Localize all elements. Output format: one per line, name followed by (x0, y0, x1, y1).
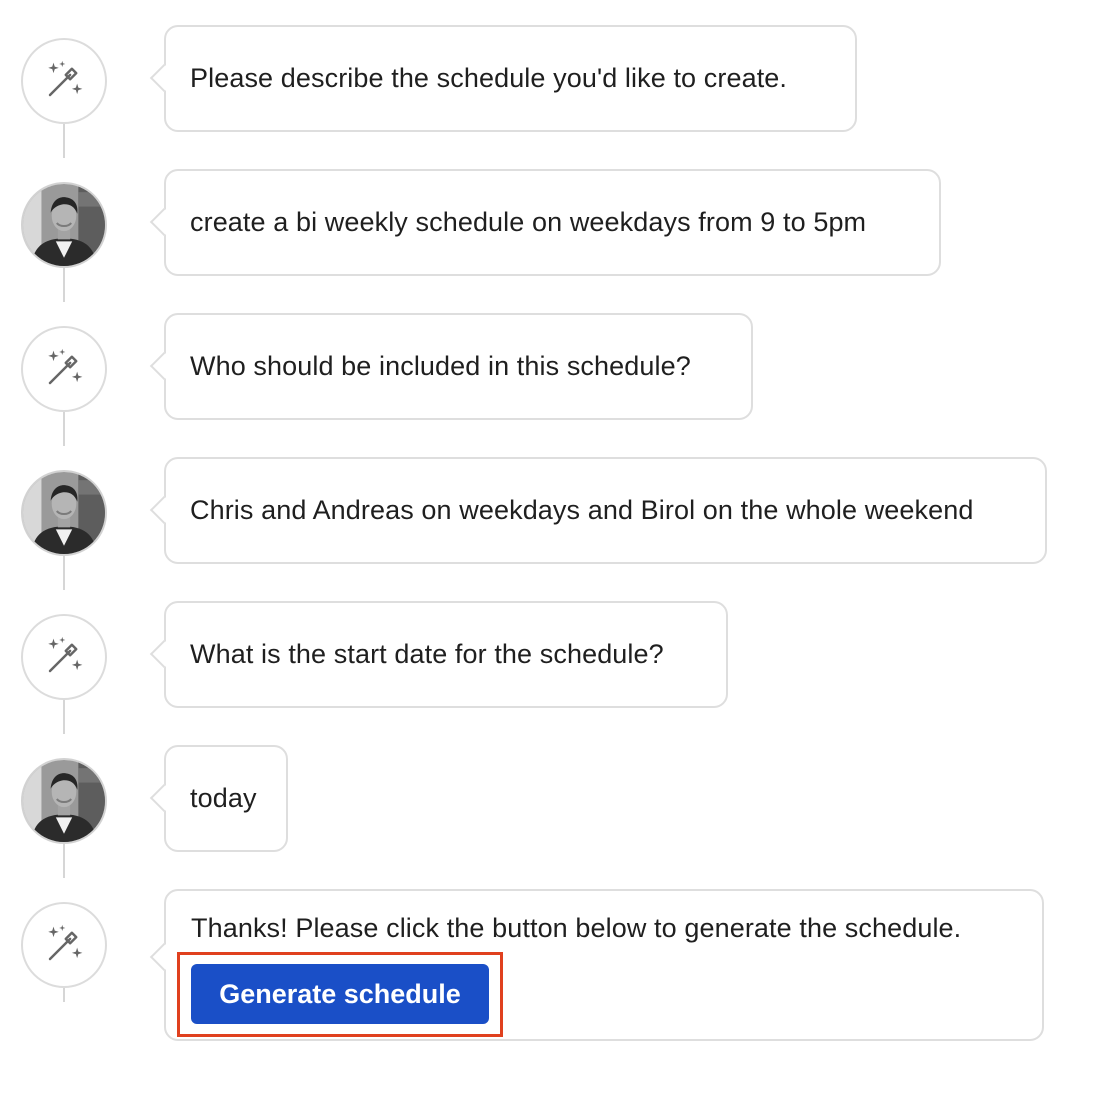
message-text: today (190, 783, 257, 813)
assistant-avatar (21, 902, 107, 988)
assistant-message: Please describe the schedule you'd like … (149, 25, 857, 132)
message-text: Chris and Andreas on weekdays and Birol … (190, 495, 974, 525)
assistant-message: Thanks! Please click the button below to… (149, 889, 1044, 1041)
generate-schedule-button[interactable]: Generate schedule (191, 964, 489, 1024)
assistant-avatar (21, 614, 107, 700)
message-tail (149, 63, 179, 92)
message-tail (149, 495, 179, 524)
message-tail (149, 207, 179, 236)
assistant-message: Who should be included in this schedule? (149, 313, 753, 420)
user-photo (23, 184, 105, 266)
message-tail (149, 639, 179, 668)
message-text: Please describe the schedule you'd like … (190, 63, 788, 93)
message-text: create a bi weekly schedule on weekdays … (190, 207, 867, 237)
assistant-message: What is the start date for the schedule? (149, 601, 728, 708)
assistant-avatar (21, 38, 107, 124)
magic-wand-icon (43, 924, 85, 966)
timeline-connector (63, 268, 65, 302)
message-tail (149, 942, 179, 972)
timeline-connector (63, 556, 65, 590)
message-tail (149, 351, 179, 380)
user-avatar (21, 758, 107, 844)
user-message: today (149, 745, 288, 852)
user-photo (23, 760, 105, 842)
user-avatar (21, 470, 107, 556)
message-text: Who should be included in this schedule? (190, 351, 691, 381)
user-photo (23, 472, 105, 554)
timeline-connector (63, 988, 65, 1002)
user-avatar (21, 182, 107, 268)
timeline-connector (63, 124, 65, 158)
timeline-connector (63, 844, 65, 878)
message-tail (149, 783, 179, 812)
assistant-avatar (21, 326, 107, 412)
magic-wand-icon (43, 348, 85, 390)
magic-wand-icon (43, 60, 85, 102)
timeline-connector (63, 700, 65, 734)
user-message: create a bi weekly schedule on weekdays … (149, 169, 941, 276)
message-text: What is the start date for the schedule? (190, 639, 664, 669)
user-message: Chris and Andreas on weekdays and Birol … (149, 457, 1047, 564)
message-text: Thanks! Please click the button below to… (191, 913, 962, 943)
magic-wand-icon (43, 636, 85, 678)
timeline-connector (63, 412, 65, 446)
